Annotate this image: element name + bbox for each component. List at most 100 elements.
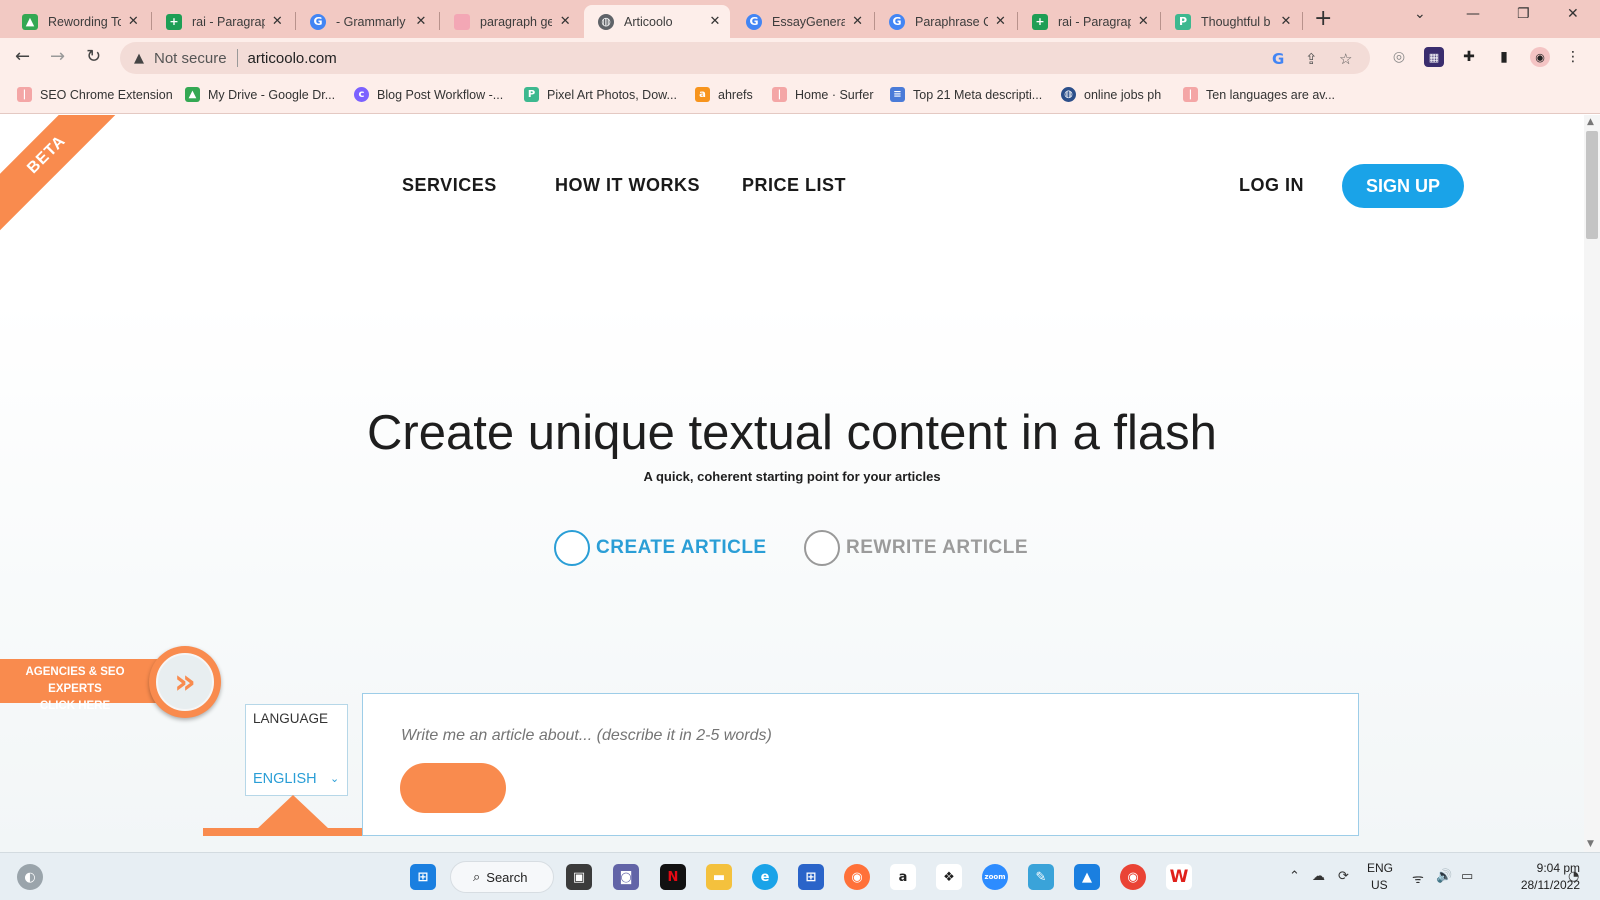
bookmark-online-jobs[interactable]: ◍ online jobs ph <box>1061 87 1161 102</box>
radio-circle[interactable] <box>554 530 590 566</box>
nav-services[interactable]: SERVICES <box>402 175 497 196</box>
google-lens-icon[interactable]: G <box>1272 50 1284 68</box>
document-icon: ≡ <box>890 87 905 102</box>
nav-how-it-works[interactable]: HOW IT WORKS <box>555 175 700 196</box>
close-icon[interactable]: ✕ <box>851 14 864 29</box>
side-panel-icon[interactable]: ▮ <box>1494 47 1514 67</box>
notification-bell-icon[interactable]: ◔ <box>1568 869 1579 884</box>
tab-1[interactable]: ▲ Rewording To ✕ <box>8 5 148 38</box>
microsoft-store-icon[interactable]: ⊞ <box>798 864 824 890</box>
battery-icon[interactable]: ▭ <box>1461 869 1473 884</box>
search-icon: ⌕ <box>473 869 481 885</box>
input-language[interactable]: ENG <box>1367 861 1393 875</box>
globe-icon: ◍ <box>598 13 614 30</box>
dropbox-icon[interactable]: ❖ <box>936 864 962 890</box>
url-text[interactable]: articoolo.com <box>248 50 337 67</box>
bookmark-meta-descriptions[interactable]: ≡ Top 21 Meta descripti... <box>890 87 1042 102</box>
login-link[interactable]: LOG IN <box>1239 175 1304 196</box>
bookmark-pixel-art[interactable]: P Pixel Art Photos, Dow... <box>524 87 677 102</box>
bookmark-surfer[interactable]: | Home · Surfer <box>772 87 874 102</box>
chrome-icon[interactable]: ◉ <box>1120 864 1146 890</box>
window-close-icon[interactable]: ✕ <box>1567 6 1579 22</box>
new-tab-button[interactable]: + <box>1314 6 1332 31</box>
radio-circle[interactable] <box>804 530 840 566</box>
close-icon[interactable]: ✕ <box>1137 14 1150 29</box>
back-arrow-icon[interactable]: ← <box>15 46 30 67</box>
edge-browser-icon[interactable]: e <box>752 864 778 890</box>
rewrite-article-option[interactable]: REWRITE ARTICLE <box>804 530 1028 566</box>
tab-4[interactable]: paragraph ge ✕ <box>440 5 580 38</box>
photos-icon[interactable]: ▲ <box>1074 864 1100 890</box>
profile-avatar-icon[interactable]: ◉ <box>1530 47 1550 67</box>
close-icon[interactable]: ✕ <box>414 14 428 29</box>
puzzle-extensions-icon[interactable]: ✚ <box>1459 47 1479 67</box>
zoom-icon[interactable]: zoom <box>982 864 1008 890</box>
restore-icon[interactable]: ❐ <box>1517 6 1530 22</box>
paint-icon[interactable]: ✎ <box>1028 864 1054 890</box>
grammarly-extension-icon[interactable]: ◎ <box>1389 47 1409 67</box>
chevron-down-icon[interactable]: ⌄ <box>330 772 339 785</box>
tab-7[interactable]: G Paraphrase C ✕ <box>875 5 1015 38</box>
bookmark-star-icon[interactable]: ☆ <box>1339 50 1352 68</box>
tab-3[interactable]: G - Grammarly ✕ <box>296 5 436 38</box>
article-topic-input[interactable] <box>401 727 1101 745</box>
tab-2[interactable]: + rai - Paragrap ✕ <box>152 5 292 38</box>
extension-icon[interactable]: ▦ <box>1424 47 1444 67</box>
weather-widget-icon[interactable]: ◐ <box>17 864 43 890</box>
share-icon[interactable]: ⇪ <box>1305 50 1318 68</box>
forward-arrow-icon[interactable]: → <box>50 46 65 67</box>
tab-9[interactable]: P Thoughtful b ✕ <box>1161 5 1301 38</box>
nav-price-list[interactable]: PRICE LIST <box>742 175 846 196</box>
clock-date[interactable]: 28/11/2022 <box>1490 878 1580 892</box>
close-icon[interactable]: ✕ <box>558 14 572 29</box>
input-region[interactable]: US <box>1371 878 1388 892</box>
close-icon[interactable]: ✕ <box>994 14 1007 29</box>
close-icon[interactable]: ✕ <box>708 14 722 29</box>
create-article-label[interactable]: CREATE ARTICLE <box>596 537 767 559</box>
onedrive-icon[interactable]: ☁ <box>1312 869 1325 884</box>
menu-dots-icon[interactable]: ⋮ <box>1563 47 1583 67</box>
file-explorer-icon[interactable]: ▬ <box>706 864 732 890</box>
tray-overflow-icon[interactable]: ⌃ <box>1289 869 1300 884</box>
sync-icon[interactable]: ⟳ <box>1338 869 1349 884</box>
tab-title: rai - Paragrap <box>192 14 265 29</box>
wps-office-icon[interactable]: W <box>1166 864 1192 890</box>
bookmark-my-drive[interactable]: ▲ My Drive - Google Dr... <box>185 87 335 102</box>
bookmark-ahrefs[interactable]: a ahrefs <box>695 87 753 102</box>
generate-button[interactable] <box>400 763 506 813</box>
minimize-icon[interactable]: — <box>1466 6 1480 22</box>
language-value[interactable]: ENGLISH <box>253 771 317 787</box>
bookmark-ten-languages[interactable]: | Ten languages are av... <box>1183 87 1335 102</box>
windows-start-icon[interactable]: ⊞ <box>410 864 436 890</box>
close-icon[interactable]: ✕ <box>271 14 284 29</box>
agencies-button[interactable]: » <box>149 646 221 718</box>
volume-icon[interactable]: 🔊 <box>1436 869 1452 884</box>
taskbar-search[interactable]: ⌕ Search <box>450 861 554 893</box>
agencies-banner[interactable]: AGENCIES & SEO EXPERTS CLICK HERE » <box>0 646 221 720</box>
amazon-icon[interactable]: a <box>890 864 916 890</box>
close-icon[interactable]: ✕ <box>1279 14 1293 29</box>
netflix-icon[interactable]: N <box>660 864 686 890</box>
scrollbar-thumb[interactable] <box>1586 131 1598 239</box>
tab-6[interactable]: G EssayGenerat ✕ <box>732 5 872 38</box>
rewrite-article-label[interactable]: REWRITE ARTICLE <box>846 537 1028 559</box>
scroll-up-icon[interactable]: ▲ <box>1587 117 1594 127</box>
tab-8[interactable]: + rai - Paragrap ✕ <box>1018 5 1158 38</box>
create-article-option[interactable]: CREATE ARTICLE <box>554 530 767 566</box>
address-bar[interactable]: ▲ Not secure articoolo.com G ⇪ ☆ <box>120 42 1370 74</box>
language-select[interactable]: LANGUAGE ENGLISH ⌄ <box>245 704 348 796</box>
teams-chat-icon[interactable]: ◙ <box>613 864 639 890</box>
reload-icon[interactable]: ↻ <box>86 46 101 67</box>
google-drive-icon: ▲ <box>22 13 38 30</box>
tab-search-icon[interactable]: ⌄ <box>1414 6 1426 22</box>
signup-button[interactable]: SIGN UP <box>1342 164 1464 208</box>
bookmark-seo-extension[interactable]: | SEO Chrome Extension <box>17 87 173 102</box>
page-scrollbar[interactable]: ▲ ▼ <box>1584 115 1600 852</box>
wifi-icon[interactable]: ᯤ <box>1412 869 1424 887</box>
close-icon[interactable]: ✕ <box>127 14 140 29</box>
bookmark-blog-workflow[interactable]: c Blog Post Workflow -... <box>354 87 503 102</box>
tab-5-active[interactable]: ◍ Articoolo ✕ <box>584 5 730 38</box>
firefox-icon[interactable]: ◉ <box>844 864 870 890</box>
scroll-down-icon[interactable]: ▼ <box>1587 839 1594 849</box>
task-view-icon[interactable]: ▣ <box>566 864 592 890</box>
